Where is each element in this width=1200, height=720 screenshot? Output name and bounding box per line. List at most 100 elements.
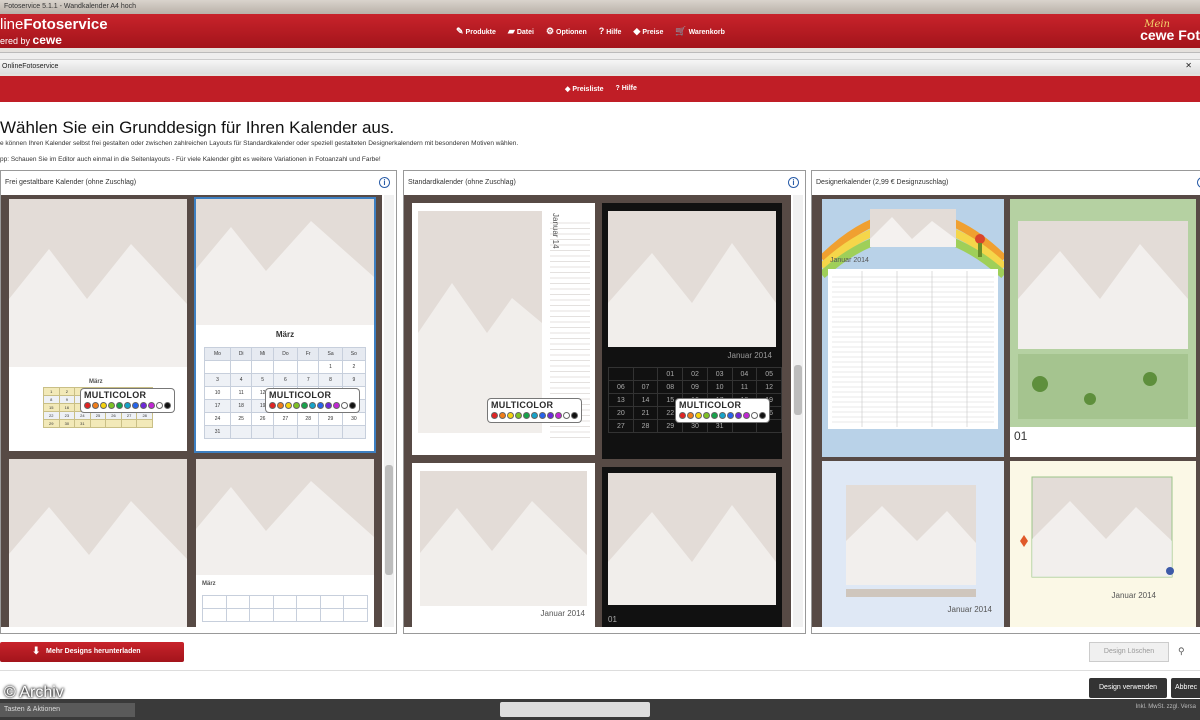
snow-design-preview <box>822 461 1004 627</box>
color-dots <box>269 402 356 409</box>
tab-strip <box>0 52 1200 60</box>
day-cell: 08 <box>657 380 684 394</box>
calendar-design-thumb[interactable]: Januar 2014 01 02 03 04 05 06 07 08 09 10 11 12 13 14… <box>602 203 782 459</box>
nav-label: Datei <box>516 29 534 36</box>
delete-design-button[interactable]: Design Löschen <box>1089 642 1169 662</box>
main-nav: ✎ Produkte ▰ Datei ⚙ Optionen ? Hilfe ◆ Preis… <box>456 26 725 37</box>
placeholder-photo <box>9 459 187 627</box>
calendar-design-thumb[interactable]: März 12345678910111213141516171819202122… <box>9 199 187 451</box>
more-designs-button[interactable]: ⬇ Mehr Designs herunterladen <box>0 642 184 662</box>
day-cell: 20 <box>608 406 634 420</box>
window-title: Fotoservice 5.1.1 - Wandkalender A4 hoch <box>4 3 137 10</box>
brand-line1-light: line <box>0 16 24 33</box>
color-dot <box>108 402 115 409</box>
day-cell: 07 <box>632 380 659 394</box>
color-dot <box>309 402 316 409</box>
calendar-design-thumb[interactable]: Januar 2014 <box>822 199 1004 457</box>
calendar-design-thumb[interactable] <box>1010 199 1196 427</box>
day-cell: 4 <box>229 373 253 387</box>
day-cell: 22 <box>43 411 60 420</box>
calendar-design-thumb[interactable]: Januar 2014 <box>1010 461 1196 627</box>
color-dots <box>679 412 766 419</box>
day-cell: 2 <box>341 360 367 374</box>
color-dot <box>100 402 107 409</box>
day-cell: 27 <box>120 411 138 420</box>
month-grid <box>202 595 368 622</box>
day-cell: 29 <box>318 412 343 426</box>
week-row: 31 <box>204 425 367 439</box>
mein-logo-bottom: cewe Fot <box>1140 27 1200 43</box>
color-dot <box>285 402 292 409</box>
settings-icon[interactable]: ⚲ <box>1178 646 1185 657</box>
nav-optionen[interactable]: ⚙ Optionen <box>546 26 587 37</box>
calendar-strip: 01 <box>1010 427 1196 457</box>
day-cell: 03 <box>706 367 733 381</box>
cart-icon: 🛒 <box>675 26 687 36</box>
nav-hilfe[interactable]: ? Hilfe <box>599 26 622 37</box>
gear-icon: ⚙ <box>545 26 555 36</box>
info-icon[interactable]: i <box>788 177 799 188</box>
subnav-preisliste[interactable]: ◆ Preisliste <box>565 85 603 93</box>
day-cell: 9 <box>58 395 76 404</box>
weekday-cell: Do <box>272 347 299 361</box>
price-tag-icon: ◆ <box>633 26 641 36</box>
taskbar-tools[interactable] <box>500 702 650 717</box>
panel-designerkalender: Designerkalender (2,99 € Designzuschlag)… <box>811 170 1200 634</box>
color-dot <box>84 402 91 409</box>
color-dot <box>695 412 702 419</box>
day-cell: 1 <box>318 360 343 374</box>
color-dot <box>687 412 694 419</box>
week-row: 24 25 26 27 28 29 30 <box>204 412 367 426</box>
color-dot <box>116 402 123 409</box>
placeholder-photo <box>420 471 587 606</box>
multicolor-badge: MULTICOLOR <box>676 399 769 422</box>
calendar-design-thumb[interactable]: Januar 2014 <box>822 461 1004 627</box>
color-dot <box>759 412 766 419</box>
calendar-design-thumb[interactable]: März <box>196 459 374 627</box>
color-dot <box>555 412 562 419</box>
day-cell: 1 <box>43 387 60 396</box>
month-label: Januar 2014 <box>727 351 772 360</box>
calendar-design-thumb[interactable]: 01 <box>602 467 782 627</box>
panel-standardkalender: Standardkalender (ohne Zuschlag) i Janua… <box>403 170 806 634</box>
month-label: März <box>89 379 103 385</box>
subnav-hilfe[interactable]: ? Hilfe <box>615 85 636 93</box>
calendar-design-thumb[interactable]: Januar 14 MULTICOLOR <box>412 203 595 455</box>
nav-datei[interactable]: ▰ Datei <box>508 26 534 37</box>
calendar-design-thumb[interactable]: Januar 2014 <box>412 463 595 627</box>
nav-preise[interactable]: ◆ Preise <box>633 26 663 37</box>
scrollbar[interactable] <box>793 195 803 627</box>
use-design-button[interactable]: Design verwenden <box>1089 678 1167 698</box>
day-cell: 25 <box>89 411 107 420</box>
nav-produkte[interactable]: ✎ Produkte <box>456 26 496 37</box>
info-icon[interactable]: i <box>379 177 390 188</box>
subnav-label: Preisliste <box>572 86 604 93</box>
day-cell: 31 <box>204 425 231 439</box>
close-icon[interactable]: ✕ <box>1185 61 1192 70</box>
color-dot <box>539 412 546 419</box>
brand-logo: lineFotoservice ered by cewe <box>0 17 108 49</box>
color-dot <box>317 402 324 409</box>
day-cell <box>608 367 634 381</box>
calendar-design-thumb-selected[interactable]: März MoDiMiDoFrSaSo123456789101112131415… <box>194 197 376 453</box>
scroll-thumb[interactable] <box>385 465 393 575</box>
tip-text: pp: Schauen Sie im Editor auch einmal in… <box>0 156 381 163</box>
day-cell: 05 <box>756 367 782 381</box>
color-dot <box>499 412 506 419</box>
multicolor-badge: MULTICOLOR <box>81 389 174 412</box>
cancel-button[interactable]: Abbrec <box>1171 678 1200 698</box>
weekday-cell: Mo <box>204 347 231 361</box>
subwindow-title: OnlineFotoservice <box>0 60 1200 74</box>
nav-label: Optionen <box>556 29 587 36</box>
taskbar-item[interactable]: Tasten & Aktionen <box>0 703 135 717</box>
day-cell: 26 <box>105 411 122 420</box>
scroll-thumb[interactable] <box>794 365 802 415</box>
color-dot <box>341 402 348 409</box>
weekday-cell: Sa <box>318 347 343 361</box>
day-cell: 02 <box>682 367 708 381</box>
mein-cewe-logo: Mein cewe Fot <box>1140 19 1200 43</box>
month-label-vertical: Januar 14 <box>551 213 560 249</box>
nav-warenkorb[interactable]: 🛒 Warenkorb <box>675 26 725 37</box>
scrollbar[interactable] <box>384 195 394 627</box>
calendar-design-thumb[interactable] <box>9 459 187 627</box>
